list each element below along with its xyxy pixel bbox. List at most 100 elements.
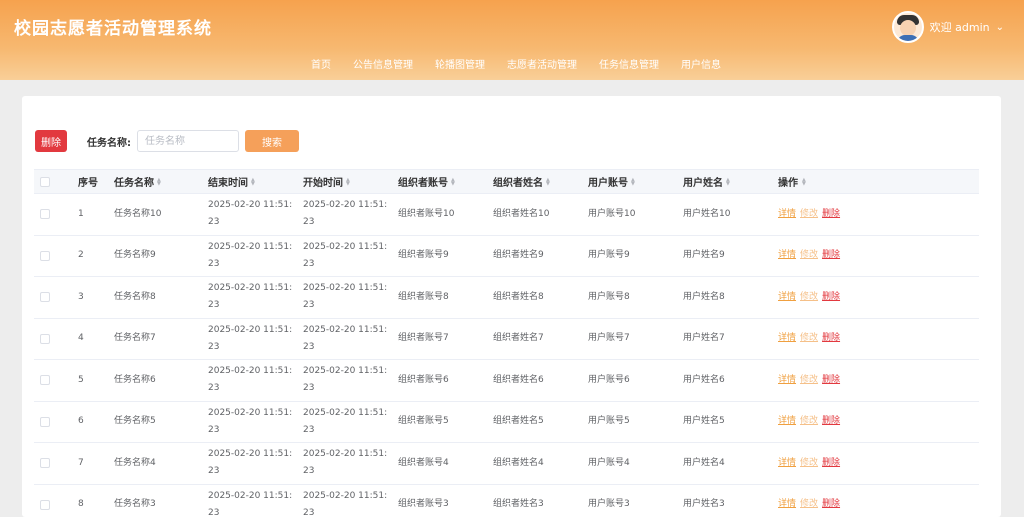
delete-link[interactable]: 删除 bbox=[822, 496, 840, 513]
detail-link[interactable]: 详情 bbox=[778, 206, 796, 223]
edit-link[interactable]: 修改 bbox=[800, 247, 818, 264]
nav-item-task[interactable]: 任务信息管理 bbox=[588, 58, 670, 74]
detail-link[interactable]: 详情 bbox=[778, 247, 796, 264]
row-user-account: 用户账号8 bbox=[588, 291, 630, 302]
row-ops: 详情 修改 删除 bbox=[778, 289, 878, 306]
row-start-time: 2025-02-20 11:51:23 bbox=[303, 366, 388, 394]
delete-link[interactable]: 删除 bbox=[822, 413, 840, 430]
delete-link[interactable]: 删除 bbox=[822, 289, 840, 306]
nav-item-announcement[interactable]: 公告信息管理 bbox=[342, 58, 424, 74]
sort-icon[interactable]: ▲ ▼ bbox=[451, 177, 455, 186]
nav-item-user[interactable]: 用户信息 bbox=[670, 58, 732, 74]
row-checkbox[interactable] bbox=[40, 375, 50, 386]
header-user-account[interactable]: 用户账号 ▲ ▼ bbox=[588, 174, 683, 189]
row-end-time: 2025-02-20 11:51:23 bbox=[208, 241, 293, 269]
delete-link[interactable]: 删除 bbox=[822, 247, 840, 264]
nav-item-carousel[interactable]: 轮播图管理 bbox=[424, 58, 496, 74]
row-user-account: 用户账号5 bbox=[588, 416, 630, 427]
row-index: 5 bbox=[78, 374, 84, 385]
detail-link[interactable]: 详情 bbox=[778, 289, 796, 306]
row-end-time: 2025-02-20 11:51:23 bbox=[208, 407, 293, 435]
row-user-name: 用户姓名4 bbox=[683, 457, 725, 468]
detail-link[interactable]: 详情 bbox=[778, 413, 796, 430]
row-checkbox[interactable] bbox=[40, 416, 50, 427]
sort-icon[interactable]: ▲ ▼ bbox=[346, 177, 350, 186]
delete-link[interactable]: 删除 bbox=[822, 372, 840, 389]
row-checkbox[interactable] bbox=[40, 458, 50, 469]
table-row: 8 任务名称3 2025-02-20 11:51:23 2025-02-20 1… bbox=[34, 485, 979, 517]
header-user-name[interactable]: 用户姓名 ▲ ▼ bbox=[683, 174, 778, 189]
row-start-time: 2025-02-20 11:51:23 bbox=[303, 283, 388, 311]
row-org-account: 组织者账号10 bbox=[398, 208, 455, 219]
row-end-time: 2025-02-20 11:51:23 bbox=[208, 324, 293, 352]
table-row: 4 任务名称7 2025-02-20 11:51:23 2025-02-20 1… bbox=[34, 319, 979, 360]
header-org-account[interactable]: 组织者账号 ▲ ▼ bbox=[398, 174, 493, 189]
row-checkbox[interactable] bbox=[40, 292, 50, 303]
edit-link[interactable]: 修改 bbox=[800, 372, 818, 389]
avatar[interactable] bbox=[891, 11, 924, 43]
row-index: 1 bbox=[78, 208, 84, 219]
edit-link[interactable]: 修改 bbox=[800, 330, 818, 347]
sort-icon[interactable]: ▲ ▼ bbox=[802, 177, 806, 186]
nav-item-activity[interactable]: 志愿者活动管理 bbox=[496, 58, 588, 74]
search-button[interactable]: 搜索 bbox=[245, 130, 299, 152]
row-org-account: 组织者账号7 bbox=[398, 333, 449, 344]
row-user-name: 用户姓名5 bbox=[683, 416, 725, 427]
delete-link[interactable]: 删除 bbox=[822, 330, 840, 347]
select-all-checkbox[interactable] bbox=[40, 176, 50, 187]
sort-icon[interactable]: ▲ ▼ bbox=[726, 177, 730, 186]
row-org-name: 组织者姓名7 bbox=[493, 333, 544, 344]
sort-icon[interactable]: ▲ ▼ bbox=[157, 177, 161, 186]
row-user-name: 用户姓名6 bbox=[683, 374, 725, 385]
table-row: 5 任务名称6 2025-02-20 11:51:23 2025-02-20 1… bbox=[34, 360, 979, 402]
row-end-time: 2025-02-20 11:51:23 bbox=[208, 449, 293, 477]
batch-delete-button[interactable]: 删除 bbox=[35, 130, 67, 152]
search-label: 任务名称: bbox=[87, 137, 131, 149]
task-table: 序号 任务名称 ▲ ▼ 结束时间 ▲ ▼ 开始时间 ▲ ▼ 组织者账号 ▲ ▼ 组织者姓名 ▲ ▼ … bbox=[34, 169, 979, 517]
header-org-name[interactable]: 组织者姓名 ▲ ▼ bbox=[493, 174, 588, 189]
row-user-account: 用户账号7 bbox=[588, 333, 630, 344]
row-task-name: 任务名称5 bbox=[114, 416, 156, 427]
edit-link[interactable]: 修改 bbox=[800, 289, 818, 306]
row-index: 3 bbox=[78, 291, 84, 302]
detail-link[interactable]: 详情 bbox=[778, 455, 796, 472]
row-ops: 详情 修改 删除 bbox=[778, 455, 878, 472]
detail-link[interactable]: 详情 bbox=[778, 330, 796, 347]
row-checkbox[interactable] bbox=[40, 209, 50, 220]
row-org-name: 组织者姓名4 bbox=[493, 457, 544, 468]
row-start-time: 2025-02-20 11:51:23 bbox=[303, 490, 388, 517]
edit-link[interactable]: 修改 bbox=[800, 206, 818, 223]
header-end-time[interactable]: 结束时间 ▲ ▼ bbox=[208, 174, 303, 189]
sort-icon[interactable]: ▲ ▼ bbox=[631, 177, 635, 186]
edit-link[interactable]: 修改 bbox=[800, 496, 818, 513]
row-user-account: 用户账号6 bbox=[588, 374, 630, 385]
sort-icon[interactable]: ▲ ▼ bbox=[546, 177, 550, 186]
row-checkbox[interactable] bbox=[40, 333, 50, 344]
header-name[interactable]: 任务名称 ▲ ▼ bbox=[114, 174, 208, 189]
row-select-cell bbox=[34, 333, 67, 344]
delete-link[interactable]: 删除 bbox=[822, 455, 840, 472]
edit-link[interactable]: 修改 bbox=[800, 413, 818, 430]
row-task-name: 任务名称9 bbox=[114, 250, 156, 261]
chevron-down-icon[interactable]: ⌄ bbox=[996, 22, 1004, 33]
row-checkbox[interactable] bbox=[40, 250, 50, 261]
row-start-time: 2025-02-20 11:51:23 bbox=[303, 241, 388, 269]
row-ops: 详情 修改 删除 bbox=[778, 247, 878, 264]
row-select-cell bbox=[34, 292, 67, 303]
sort-icon[interactable]: ▲ ▼ bbox=[251, 177, 255, 186]
detail-link[interactable]: 详情 bbox=[778, 496, 796, 513]
row-checkbox[interactable] bbox=[40, 499, 50, 510]
row-index: 6 bbox=[78, 416, 84, 427]
user-menu[interactable]: 欢迎 admin ⌄ bbox=[891, 10, 1004, 44]
edit-link[interactable]: 修改 bbox=[800, 455, 818, 472]
detail-link[interactable]: 详情 bbox=[778, 372, 796, 389]
header-ops[interactable]: 操作 ▲ ▼ bbox=[778, 174, 878, 189]
row-user-name: 用户姓名3 bbox=[683, 499, 725, 510]
row-select-cell bbox=[34, 416, 67, 427]
welcome-text[interactable]: 欢迎 admin bbox=[930, 19, 990, 35]
delete-link[interactable]: 删除 bbox=[822, 206, 840, 223]
nav-item-home[interactable]: 首页 bbox=[300, 58, 342, 74]
search-input[interactable] bbox=[137, 130, 239, 152]
header-start-time[interactable]: 开始时间 ▲ ▼ bbox=[303, 174, 398, 189]
top-nav: 首页 公告信息管理 轮播图管理 志愿者活动管理 任务信息管理 用户信息 bbox=[300, 58, 732, 74]
